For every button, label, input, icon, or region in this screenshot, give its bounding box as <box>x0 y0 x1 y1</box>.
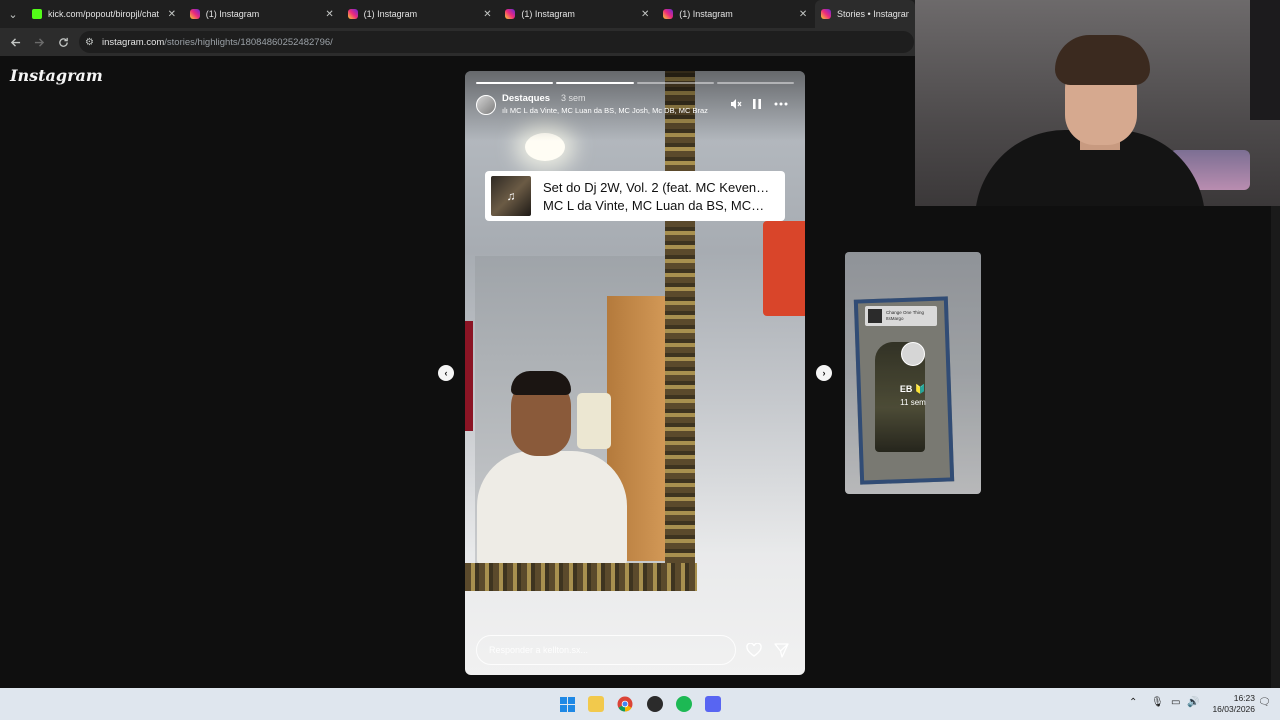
tab-instagram-1[interactable]: (1) Instagram ✕ <box>184 0 342 28</box>
network-icon[interactable]: ▭ <box>1171 697 1180 708</box>
tab-title: (1) Instagram <box>679 9 733 19</box>
cam-hair <box>1055 35 1150 85</box>
story-photo <box>465 71 697 591</box>
notifications-icon[interactable]: 🗨 <box>1258 697 1271 708</box>
file-explorer-icon[interactable] <box>588 696 604 712</box>
tray-overflow-icon[interactable]: ⌃ <box>1129 697 1137 708</box>
music-sticker[interactable]: ♫ Set do Dj 2W, Vol. 2 (feat. MC Keven… … <box>485 171 785 221</box>
red-cabinet <box>763 221 805 316</box>
story-age: 3 sem <box>561 93 586 103</box>
tab-title: kick.com/popout/biropjl/chat <box>47 9 160 19</box>
tab-search-icon[interactable]: ⌄ <box>0 0 26 28</box>
progress-segment <box>716 82 794 84</box>
mirror-frame-bottom <box>465 563 697 591</box>
like-icon[interactable] <box>745 641 763 659</box>
tab-title: (1) Instagram <box>521 9 575 19</box>
song-artists: MC L da Vinte, MC Luan da BS, MC… <box>543 197 765 213</box>
close-icon[interactable]: ✕ <box>639 9 651 20</box>
progress-segment <box>556 82 634 84</box>
windows-start-icon[interactable] <box>559 696 575 712</box>
tab-strip: ⌄ kick.com/popout/biropjl/chat ✕ (1) Ins… <box>0 0 916 28</box>
pause-icon[interactable] <box>749 96 765 112</box>
chevron-right-icon: › <box>822 368 826 378</box>
ns-age: 11 sem <box>900 398 926 407</box>
close-icon[interactable]: ✕ <box>166 9 178 20</box>
system-clock[interactable]: 16:23 16/03/2026 <box>1205 693 1255 715</box>
instagram-icon <box>821 9 832 19</box>
reply-input[interactable] <box>476 635 736 665</box>
previous-story-button[interactable]: ‹ <box>438 365 454 381</box>
url-host: instagram.com <box>101 36 165 48</box>
reload-icon[interactable] <box>51 30 75 54</box>
progress-segment <box>636 82 714 84</box>
tab-title: (1) Instagram <box>205 9 260 19</box>
red-towel <box>465 321 473 431</box>
taskbar: ⌃ 🎙 ▭ 🔊 16:23 16/03/2026 🗨 <box>0 688 1280 720</box>
tab-stories-instagram[interactable]: Stories • Instagram <box>815 0 916 28</box>
instagram-icon <box>505 9 516 19</box>
tab-kick-chat[interactable]: kick.com/popout/biropjl/chat ✕ <box>26 0 184 28</box>
tab-instagram-2[interactable]: (1) Instagram ✕ <box>342 0 500 28</box>
ns-overlay <box>845 252 981 494</box>
instagram-icon <box>663 9 674 19</box>
site-info-icon[interactable]: ⚙ <box>85 37 94 48</box>
tab-instagram-3[interactable]: (1) Instagram ✕ <box>499 0 657 28</box>
album-cover-art: ♫ <box>506 189 516 203</box>
phone <box>577 393 611 449</box>
close-icon[interactable]: ✕ <box>481 9 493 20</box>
spotify-icon[interactable] <box>676 696 692 712</box>
avatar[interactable] <box>476 95 496 115</box>
next-story-preview[interactable]: Change One Thing ItsMargo EB 🔰 11 sem <box>845 252 981 494</box>
kick-icon <box>31 9 42 19</box>
chevron-left-icon: ‹ <box>444 368 448 378</box>
song-title: Set do Dj 2W, Vol. 2 (feat. MC Keven… <box>543 179 770 195</box>
person-shirt <box>477 451 627 566</box>
next-story-button[interactable]: › <box>816 365 832 381</box>
mirror-frame <box>665 71 695 591</box>
discord-icon[interactable] <box>705 696 721 712</box>
browser-toolbar: ⚙ instagram.com /stories/highlights/1808… <box>0 28 915 56</box>
instagram-icon <box>347 9 358 19</box>
forward-icon[interactable] <box>27 30 51 54</box>
microphone-icon[interactable]: 🎙 <box>1151 697 1164 708</box>
screen: ⌄ kick.com/popout/biropjl/chat ✕ (1) Ins… <box>0 0 1280 720</box>
story-username[interactable]: Destaques <box>502 93 550 104</box>
music-bars-icon: ılı <box>502 106 510 115</box>
tab-title: Stories • Instagram <box>837 9 910 19</box>
story-progress <box>476 82 794 84</box>
song-info: Set do Dj 2W, Vol. 2 (feat. MC Keven… MC… <box>543 180 779 213</box>
volume-icon[interactable]: 🔊 <box>1187 697 1199 708</box>
instagram-logo[interactable]: Instagram <box>10 66 103 85</box>
share-icon[interactable] <box>772 641 790 659</box>
mute-icon[interactable] <box>728 96 744 112</box>
webcam-overlay <box>915 0 1280 206</box>
ns-username: EB 🔰 <box>899 384 927 394</box>
progress-segment <box>476 82 554 84</box>
story-header: Destaques 3 sem ılı MC L da Vinte, MC Lu… <box>476 93 794 119</box>
story-viewer[interactable]: Destaques 3 sem ılı MC L da Vinte, MC Lu… <box>465 71 805 675</box>
address-bar[interactable]: ⚙ instagram.com /stories/highlights/1808… <box>79 31 914 53</box>
cam-door <box>1250 0 1280 120</box>
clock-date: 16/03/2026 <box>1212 704 1255 714</box>
chrome-icon[interactable] <box>617 696 633 712</box>
story-music-line[interactable]: ılı MC L da Vinte, MC Luan da BS, MC Jos… <box>502 106 708 115</box>
scrollbar[interactable] <box>1271 206 1280 688</box>
more-options-icon[interactable] <box>773 96 789 112</box>
story-music-artists: MC L da Vinte, MC Luan da BS, MC Josh, M… <box>509 106 708 115</box>
close-icon[interactable]: ✕ <box>797 9 809 20</box>
close-icon[interactable]: ✕ <box>324 9 336 20</box>
tab-instagram-4[interactable]: (1) Instagram ✕ <box>657 0 815 28</box>
person-hair <box>511 371 571 395</box>
instagram-icon <box>189 9 200 19</box>
obs-icon[interactable] <box>647 696 663 712</box>
tab-title: (1) Instagram <box>363 9 418 19</box>
clock-time: 16:23 <box>1233 693 1255 703</box>
avatar <box>901 342 925 366</box>
album-cover: ♫ <box>491 176 531 216</box>
url-path: /stories/highlights/18084860252482796/ <box>164 36 333 48</box>
back-icon[interactable] <box>3 30 27 54</box>
